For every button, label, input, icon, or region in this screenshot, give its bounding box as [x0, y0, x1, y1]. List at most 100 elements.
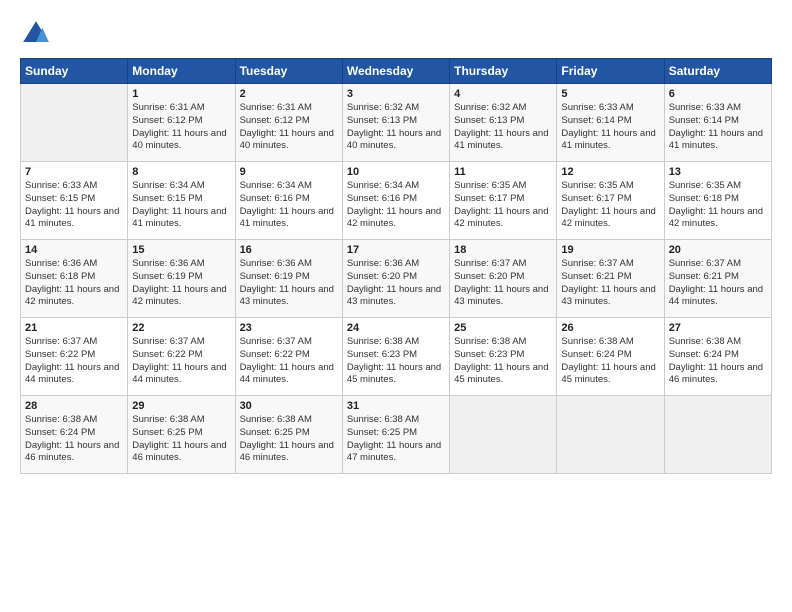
- logo-icon: [20, 18, 52, 50]
- calendar-day-cell: 1 Sunrise: 6:31 AMSunset: 6:12 PMDaylight…: [128, 84, 235, 162]
- day-number: 26: [561, 322, 659, 334]
- calendar-week-row: 28 Sunrise: 6:38 AMSunset: 6:24 PMDayligh…: [21, 396, 772, 474]
- calendar-day-cell: 19Sunrise: 6:37 AMSunset: 6:21 PMDayligh…: [557, 240, 664, 318]
- calendar-day-cell: 2Sunrise: 6:31 AMSunset: 6:12 PMDaylight…: [235, 84, 342, 162]
- day-info: Sunrise: 6:38 AMSunset: 6:25 PMDaylight:…: [347, 414, 445, 465]
- calendar-day-cell: 30 Sunrise: 6:38 AMSunset: 6:25 PMDayligh…: [235, 396, 342, 474]
- day-info: Sunrise: 6:36 AMSunset: 6:19 PMDaylight:…: [240, 258, 338, 309]
- calendar-day-cell: 23Sunrise: 6:37 AMSunset: 6:22 PMDayligh…: [235, 318, 342, 396]
- calendar-day-cell: 20Sunrise: 6:37 AMSunset: 6:21 PMDayligh…: [664, 240, 771, 318]
- day-info: Sunrise: 6:37 AMSunset: 6:22 PMDaylight:…: [25, 336, 123, 387]
- day-info: Sunrise: 6:31 AMSunset: 6:12 PMDaylight:…: [132, 102, 230, 153]
- calendar-header-row: SundayMondayTuesdayWednesdayThursdayFrid…: [21, 59, 772, 84]
- day-number: 1: [132, 88, 230, 100]
- calendar-day-cell: 8 Sunrise: 6:34 AMSunset: 6:15 PMDaylight…: [128, 162, 235, 240]
- day-number: 28: [25, 400, 123, 412]
- calendar-day-cell: 7 Sunrise: 6:33 AMSunset: 6:15 PMDaylight…: [21, 162, 128, 240]
- day-number: 12: [561, 166, 659, 178]
- day-info: Sunrise: 6:37 AMSunset: 6:20 PMDaylight:…: [454, 258, 552, 309]
- day-number: 25: [454, 322, 552, 334]
- calendar-day-cell: 25 Sunrise: 6:38 AMSunset: 6:23 PMDayligh…: [450, 318, 557, 396]
- day-info: Sunrise: 6:36 AMSunset: 6:18 PMDaylight:…: [25, 258, 123, 309]
- calendar-day-cell: 31 Sunrise: 6:38 AMSunset: 6:25 PMDayligh…: [342, 396, 449, 474]
- day-info: Sunrise: 6:33 AMSunset: 6:14 PMDaylight:…: [669, 102, 767, 153]
- day-number: 24: [347, 322, 445, 334]
- calendar-day-cell: 4Sunrise: 6:32 AMSunset: 6:13 PMDaylight…: [450, 84, 557, 162]
- day-number: 31: [347, 400, 445, 412]
- day-number: 30: [240, 400, 338, 412]
- day-info: Sunrise: 6:38 AMSunset: 6:24 PMDaylight:…: [25, 414, 123, 465]
- calendar-day-cell: 6 Sunrise: 6:33 AMSunset: 6:14 PMDaylight…: [664, 84, 771, 162]
- day-number: 9: [240, 166, 338, 178]
- weekday-header: Monday: [128, 59, 235, 84]
- weekday-header: Sunday: [21, 59, 128, 84]
- day-info: Sunrise: 6:38 AMSunset: 6:23 PMDaylight:…: [347, 336, 445, 387]
- calendar-day-cell: [557, 396, 664, 474]
- weekday-header: Saturday: [664, 59, 771, 84]
- calendar-day-cell: 13 Sunrise: 6:35 AMSunset: 6:18 PMDayligh…: [664, 162, 771, 240]
- calendar-day-cell: 15 Sunrise: 6:36 AMSunset: 6:19 PMDayligh…: [128, 240, 235, 318]
- calendar-day-cell: 17Sunrise: 6:36 AMSunset: 6:20 PMDayligh…: [342, 240, 449, 318]
- calendar-day-cell: 9 Sunrise: 6:34 AMSunset: 6:16 PMDaylight…: [235, 162, 342, 240]
- day-number: 6: [669, 88, 767, 100]
- logo: [20, 18, 56, 50]
- calendar-day-cell: [21, 84, 128, 162]
- day-info: Sunrise: 6:37 AMSunset: 6:22 PMDaylight:…: [240, 336, 338, 387]
- calendar-day-cell: 18 Sunrise: 6:37 AMSunset: 6:20 PMDayligh…: [450, 240, 557, 318]
- calendar-day-cell: [664, 396, 771, 474]
- calendar-day-cell: 27 Sunrise: 6:38 AMSunset: 6:24 PMDayligh…: [664, 318, 771, 396]
- day-info: Sunrise: 6:38 AMSunset: 6:24 PMDaylight:…: [669, 336, 767, 387]
- day-number: 16: [240, 244, 338, 256]
- day-number: 21: [25, 322, 123, 334]
- day-info: Sunrise: 6:34 AMSunset: 6:16 PMDaylight:…: [240, 180, 338, 231]
- day-info: Sunrise: 6:38 AMSunset: 6:24 PMDaylight:…: [561, 336, 659, 387]
- calendar-week-row: 21 Sunrise: 6:37 AMSunset: 6:22 PMDayligh…: [21, 318, 772, 396]
- day-number: 14: [25, 244, 123, 256]
- day-number: 18: [454, 244, 552, 256]
- day-info: Sunrise: 6:33 AMSunset: 6:14 PMDaylight:…: [561, 102, 659, 153]
- day-number: 19: [561, 244, 659, 256]
- calendar-day-cell: 14 Sunrise: 6:36 AMSunset: 6:18 PMDayligh…: [21, 240, 128, 318]
- weekday-header: Friday: [557, 59, 664, 84]
- day-info: Sunrise: 6:37 AMSunset: 6:22 PMDaylight:…: [132, 336, 230, 387]
- calendar-day-cell: 22 Sunrise: 6:37 AMSunset: 6:22 PMDayligh…: [128, 318, 235, 396]
- weekday-header: Wednesday: [342, 59, 449, 84]
- day-number: 5: [561, 88, 659, 100]
- day-number: 22: [132, 322, 230, 334]
- day-info: Sunrise: 6:35 AMSunset: 6:17 PMDaylight:…: [561, 180, 659, 231]
- day-info: Sunrise: 6:34 AMSunset: 6:16 PMDaylight:…: [347, 180, 445, 231]
- calendar-day-cell: 26 Sunrise: 6:38 AMSunset: 6:24 PMDayligh…: [557, 318, 664, 396]
- day-number: 27: [669, 322, 767, 334]
- day-info: Sunrise: 6:32 AMSunset: 6:13 PMDaylight:…: [347, 102, 445, 153]
- day-number: 10: [347, 166, 445, 178]
- header: [20, 18, 772, 50]
- day-info: Sunrise: 6:35 AMSunset: 6:18 PMDaylight:…: [669, 180, 767, 231]
- calendar-day-cell: 29Sunrise: 6:38 AMSunset: 6:25 PMDayligh…: [128, 396, 235, 474]
- day-info: Sunrise: 6:33 AMSunset: 6:15 PMDaylight:…: [25, 180, 123, 231]
- day-number: 4: [454, 88, 552, 100]
- day-number: 17: [347, 244, 445, 256]
- day-info: Sunrise: 6:38 AMSunset: 6:23 PMDaylight:…: [454, 336, 552, 387]
- day-number: 13: [669, 166, 767, 178]
- weekday-header: Tuesday: [235, 59, 342, 84]
- calendar-day-cell: 16 Sunrise: 6:36 AMSunset: 6:19 PMDayligh…: [235, 240, 342, 318]
- calendar-day-cell: [450, 396, 557, 474]
- weekday-header: Thursday: [450, 59, 557, 84]
- day-number: 11: [454, 166, 552, 178]
- day-info: Sunrise: 6:35 AMSunset: 6:17 PMDaylight:…: [454, 180, 552, 231]
- day-info: Sunrise: 6:34 AMSunset: 6:15 PMDaylight:…: [132, 180, 230, 231]
- calendar-week-row: 14 Sunrise: 6:36 AMSunset: 6:18 PMDayligh…: [21, 240, 772, 318]
- day-number: 3: [347, 88, 445, 100]
- day-info: Sunrise: 6:38 AMSunset: 6:25 PMDaylight:…: [240, 414, 338, 465]
- calendar-day-cell: 11 Sunrise: 6:35 AMSunset: 6:17 PMDayligh…: [450, 162, 557, 240]
- day-number: 15: [132, 244, 230, 256]
- day-number: 29: [132, 400, 230, 412]
- calendar-day-cell: 28 Sunrise: 6:38 AMSunset: 6:24 PMDayligh…: [21, 396, 128, 474]
- calendar-day-cell: 12 Sunrise: 6:35 AMSunset: 6:17 PMDayligh…: [557, 162, 664, 240]
- day-number: 7: [25, 166, 123, 178]
- page-container: SundayMondayTuesdayWednesdayThursdayFrid…: [0, 0, 792, 484]
- day-number: 20: [669, 244, 767, 256]
- day-info: Sunrise: 6:36 AMSunset: 6:19 PMDaylight:…: [132, 258, 230, 309]
- day-number: 8: [132, 166, 230, 178]
- calendar-table: SundayMondayTuesdayWednesdayThursdayFrid…: [20, 58, 772, 474]
